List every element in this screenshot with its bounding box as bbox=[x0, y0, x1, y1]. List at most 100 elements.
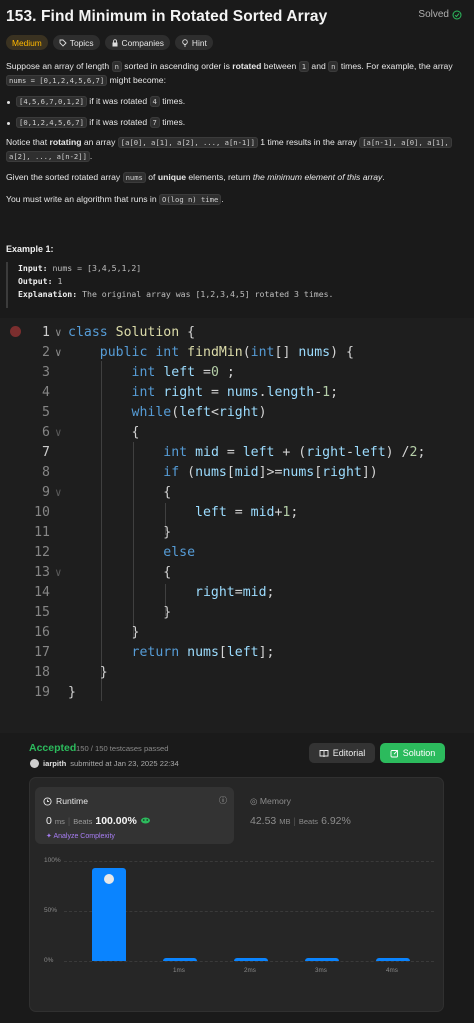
example-title: Example 1: bbox=[6, 244, 54, 254]
username[interactable]: iarpith bbox=[43, 759, 66, 768]
code-line[interactable]: 14 right=mid; bbox=[0, 582, 474, 602]
desc-paragraph-1: Suppose an array of length n sorted in a… bbox=[6, 61, 453, 86]
solved-status: Solved bbox=[418, 9, 462, 20]
example-input: Input: nums = [3,4,5,1,2] bbox=[18, 263, 142, 273]
desc-paragraph-2: Notice that rotating an array [a[0], a[1… bbox=[6, 136, 468, 163]
submission-result: Accepted 150 / 150 testcases passed iarp… bbox=[0, 733, 474, 1023]
code-line[interactable]: 7 int mid = left + (right-left) /2; bbox=[0, 442, 474, 462]
chart-bar[interactable] bbox=[234, 958, 268, 961]
code-line[interactable]: 3 int left =0 ; bbox=[0, 362, 474, 382]
code-line[interactable]: 8 if (nums[mid]>=nums[right]) bbox=[0, 462, 474, 482]
x-tick-label: 2ms bbox=[244, 967, 256, 974]
analyze-complexity-link[interactable]: ✦ Analyze Complexity bbox=[46, 832, 115, 840]
code-line[interactable]: 10 left = mid+1; bbox=[0, 502, 474, 522]
desc-bullet-1: [4,5,6,7,0,1,2] if it was rotated 4 time… bbox=[6, 95, 468, 109]
y-tick-label: 50% bbox=[44, 907, 58, 914]
info-icon[interactable]: ⓘ bbox=[219, 795, 227, 806]
example-box: Input: nums = [3,4,5,1,2] Output: 1 Expl… bbox=[6, 262, 468, 308]
submitted-time: submitted at Jan 23, 2025 22:34 bbox=[70, 759, 179, 768]
problem-title[interactable]: 153. Find Minimum in Rotated Sorted Arra… bbox=[6, 8, 327, 26]
fold-chevron-icon[interactable]: ∨ bbox=[55, 486, 67, 499]
runtime-value-row: 0 ms | Beats 100.00% bbox=[46, 815, 151, 827]
code-line[interactable]: 18 } bbox=[0, 662, 474, 682]
value-separator: | bbox=[67, 816, 71, 826]
tag-topics[interactable]: Topics bbox=[52, 35, 100, 50]
x-tick-label: 4ms bbox=[386, 967, 398, 974]
lock-icon bbox=[112, 38, 118, 46]
runtime-value: 0 bbox=[46, 815, 52, 827]
tag-companies[interactable]: Companies bbox=[104, 35, 170, 50]
problem-tags: Medium Topics Companies Hint bbox=[6, 35, 213, 50]
editorial-button[interactable]: Editorial bbox=[309, 743, 375, 763]
solved-label: Solved bbox=[418, 9, 449, 20]
beats-label: Beats bbox=[73, 817, 93, 826]
stats-panel: Runtime ⓘ 0 ms | Beats 100.00% ✦ Analyze… bbox=[29, 777, 444, 1012]
y-tick-label: 100% bbox=[44, 857, 61, 864]
code-line[interactable]: 9 ∨ { bbox=[0, 482, 474, 502]
fold-chevron-icon[interactable]: ∨ bbox=[55, 566, 67, 579]
solution-button[interactable]: Solution bbox=[380, 743, 445, 763]
memory-value: 42.53 bbox=[250, 815, 277, 827]
beats-label: Beats bbox=[298, 817, 319, 826]
fold-chevron-icon[interactable]: ∨ bbox=[55, 346, 67, 359]
tag-hint[interactable]: Hint bbox=[174, 35, 213, 50]
runtime-header: Runtime bbox=[43, 796, 88, 806]
memory-value-row: 42.53 MB | Beats 6.92% bbox=[250, 815, 351, 827]
y-tick-label: 0% bbox=[44, 957, 54, 964]
memory-label: Memory bbox=[259, 796, 291, 806]
chart-bar[interactable] bbox=[163, 958, 197, 961]
runtime-label: Runtime bbox=[56, 796, 88, 806]
desc-bullet-2: [0,1,2,4,5,6,7] if it was rotated 7 time… bbox=[6, 116, 468, 130]
accepted-status: Accepted bbox=[29, 742, 77, 754]
clock-icon bbox=[43, 796, 52, 806]
check-circle-icon bbox=[452, 10, 462, 19]
chart-bar[interactable] bbox=[376, 958, 410, 961]
fold-chevron-icon[interactable]: ∨ bbox=[55, 326, 67, 339]
leetcode-mascot-icon bbox=[140, 817, 150, 824]
code-line[interactable]: 2 ∨ public int findMin(int[] nums) { bbox=[0, 342, 474, 362]
problem-header: 153. Find Minimum in Rotated Sorted Arra… bbox=[6, 6, 468, 28]
memory-header[interactable]: ◎ Memory bbox=[250, 796, 291, 807]
runtime-unit: ms bbox=[54, 817, 65, 826]
code-line[interactable]: 13 ∨ { bbox=[0, 562, 474, 582]
submission-user: iarpith submitted at Jan 23, 2025 22:34 bbox=[30, 759, 179, 768]
code-line[interactable]: 11 } bbox=[0, 522, 474, 542]
code-line[interactable]: 15 } bbox=[0, 602, 474, 622]
example-explanation: Explanation: The original array was [1,2… bbox=[18, 289, 334, 299]
editorial-label: Editorial bbox=[332, 748, 366, 758]
grid-line bbox=[64, 861, 434, 862]
testcases-passed: 150 / 150 testcases passed bbox=[76, 744, 169, 753]
grid-line bbox=[64, 961, 434, 962]
code-line[interactable]: 19} bbox=[0, 682, 474, 702]
memory-unit: MB bbox=[279, 817, 291, 826]
fold-chevron-icon[interactable]: ∨ bbox=[55, 426, 67, 439]
desc-paragraph-4: You must write an algorithm that runs in… bbox=[6, 193, 224, 205]
edit-icon bbox=[390, 749, 398, 757]
tag-companies-label: Companies bbox=[121, 37, 164, 48]
runtime-distribution-chart[interactable]: 100% 50% 0% 1ms2ms3ms4ms 1ms2ms3ms4ms bbox=[30, 850, 445, 1012]
code-line[interactable]: 5 while(left<right) bbox=[0, 402, 474, 422]
runtime-card[interactable]: Runtime ⓘ 0 ms | Beats 100.00% ✦ Analyze… bbox=[35, 787, 234, 844]
solution-label: Solution bbox=[402, 748, 436, 758]
tag-icon bbox=[59, 39, 67, 47]
lightbulb-icon bbox=[182, 38, 188, 46]
code-line[interactable]: 1 ∨ class Solution { bbox=[0, 322, 474, 342]
code-line[interactable]: 6 ∨ { bbox=[0, 422, 474, 442]
code-line[interactable]: 16 } bbox=[0, 622, 474, 642]
desc-paragraph-3: Given the sorted rotated array nums of u… bbox=[6, 172, 385, 183]
avatar[interactable] bbox=[30, 759, 39, 768]
code-line[interactable]: 12 else bbox=[0, 542, 474, 562]
runtime-beats: 100.00% bbox=[95, 815, 137, 827]
code-line[interactable]: 17 return nums[left]; bbox=[0, 642, 474, 662]
code-editor[interactable]: 1 ∨ class Solution { 2 ∨ public int findMin… bbox=[0, 318, 474, 733]
chart-bar[interactable] bbox=[305, 958, 339, 961]
value-separator: | bbox=[293, 816, 296, 826]
example-output: Output: 1 bbox=[18, 276, 63, 286]
tag-difficulty[interactable]: Medium bbox=[6, 35, 48, 50]
code-line[interactable]: 4 int right = nums.length-1; bbox=[0, 382, 474, 402]
page: 153. Find Minimum in Rotated Sorted Arra… bbox=[0, 0, 474, 1023]
user-position-avatar bbox=[104, 874, 114, 884]
tag-hint-label: Hint bbox=[191, 37, 207, 48]
book-icon bbox=[319, 749, 329, 757]
tag-topics-label: Topics bbox=[69, 37, 94, 48]
